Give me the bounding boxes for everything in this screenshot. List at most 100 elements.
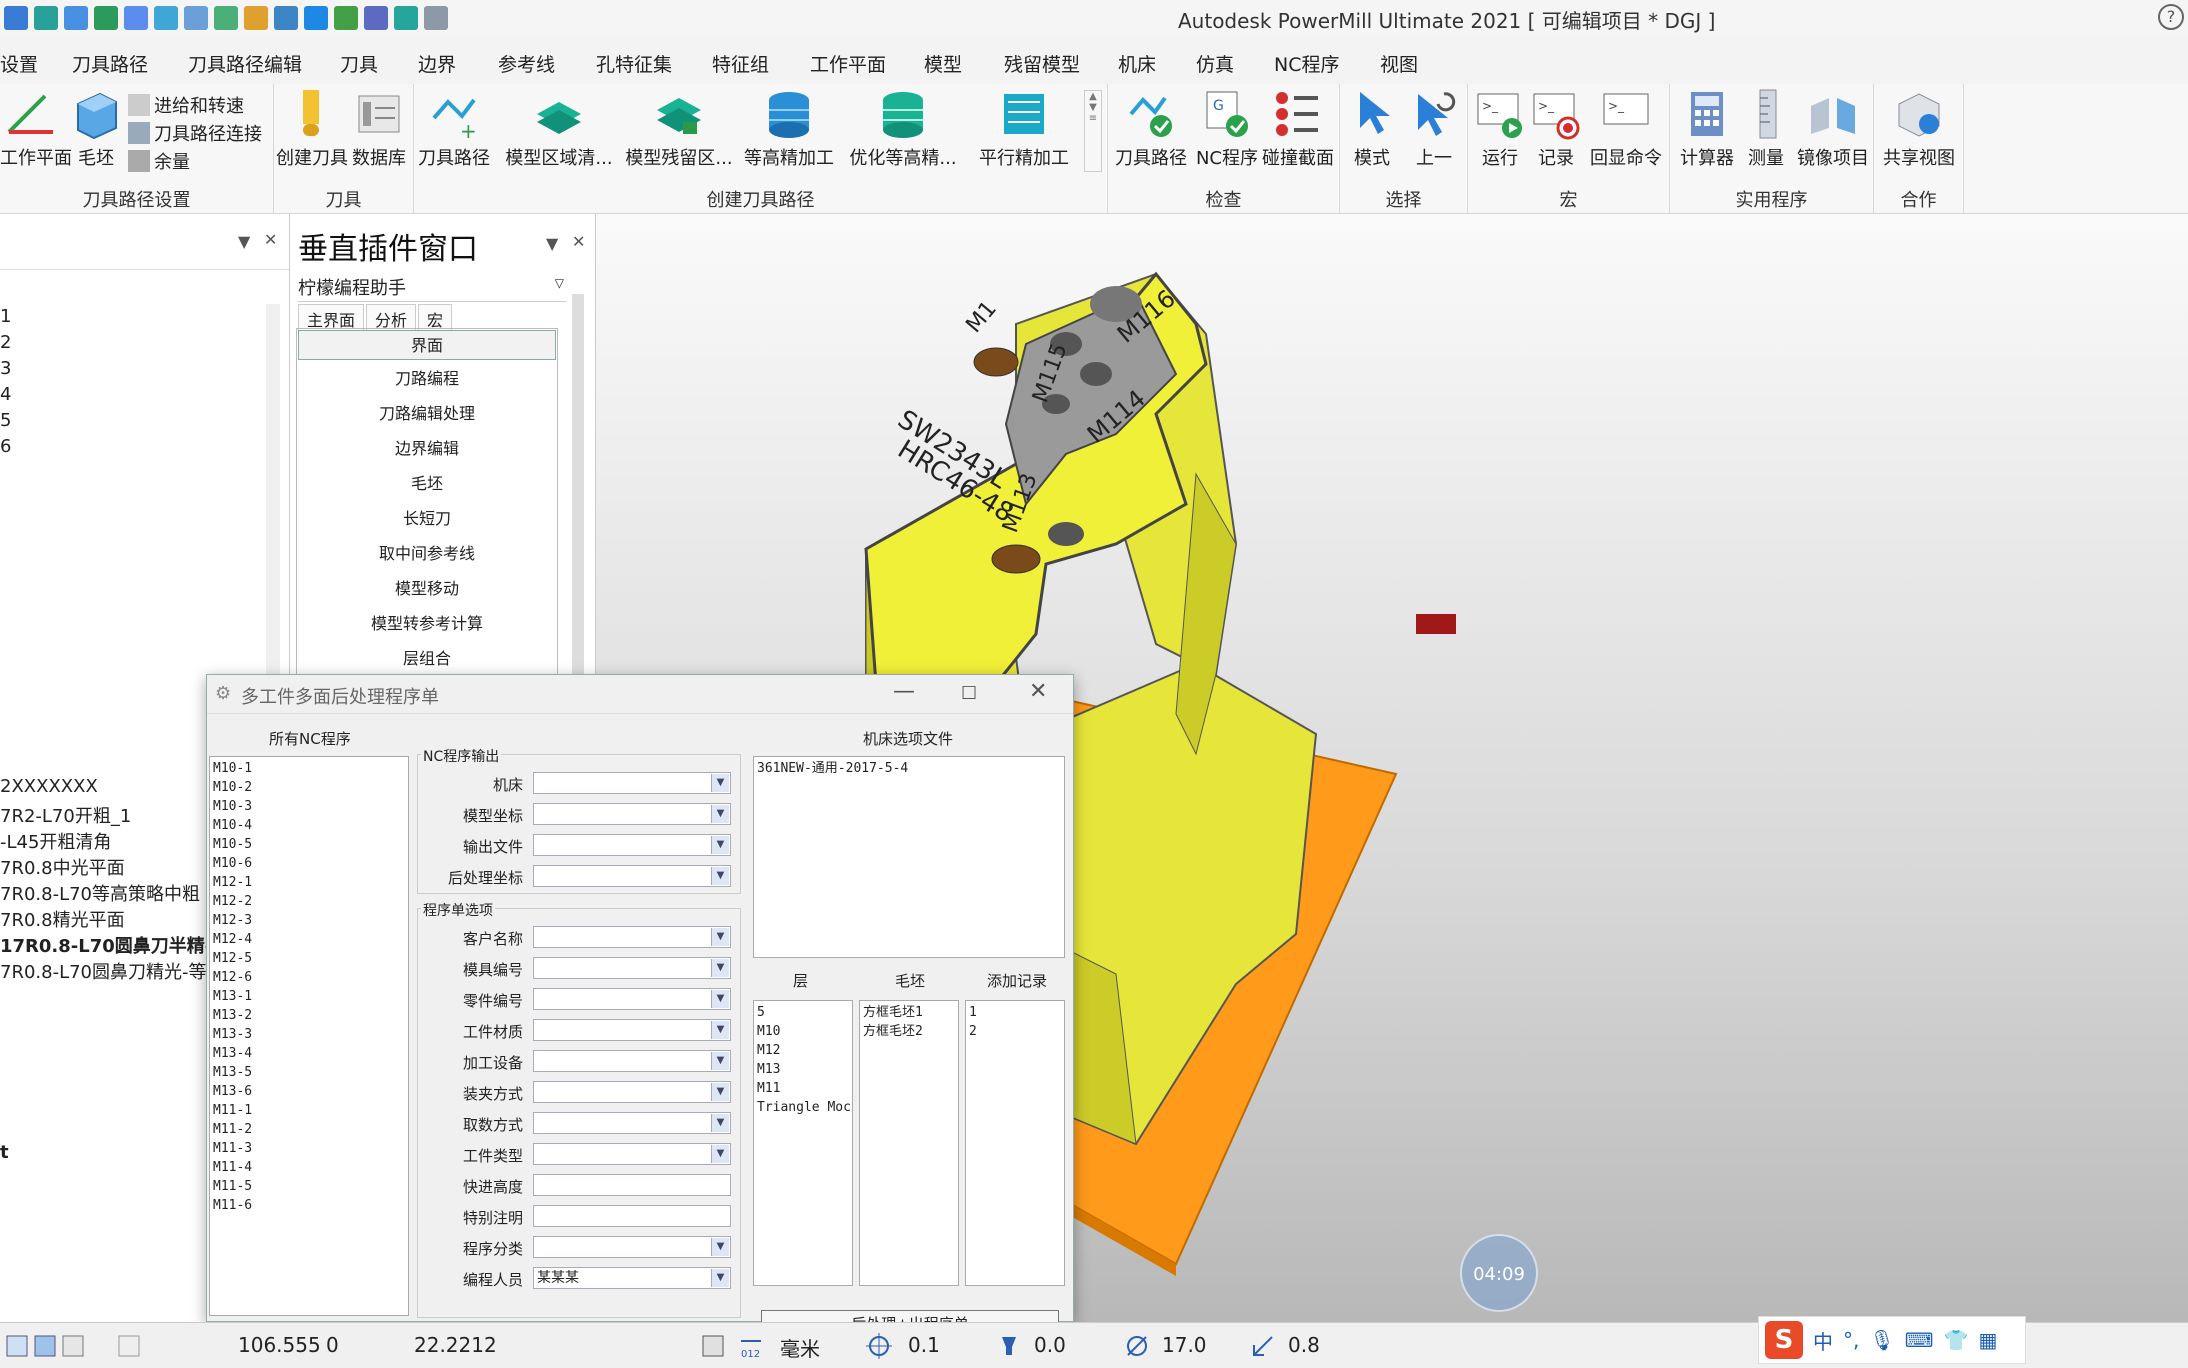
machine-option-list[interactable]: 361NEW-通用-2017-5-4 [753, 756, 1065, 958]
tree-item[interactable]: t [0, 1142, 9, 1163]
tab-setup[interactable]: 设置 [0, 50, 38, 77]
close-button[interactable]: ✕ [1029, 679, 1047, 704]
list-item[interactable]: 1 [969, 1003, 1061, 1022]
list-item[interactable]: 361NEW-通用-2017-5-4 [757, 759, 1061, 778]
tab-boundary[interactable]: 边界 [418, 50, 456, 77]
list-item[interactable]: M12-3 [213, 911, 405, 930]
list-item[interactable]: M10-6 [213, 854, 405, 873]
leads-button[interactable]: 进给和转速 [128, 92, 244, 118]
record-list[interactable]: 12 [965, 1000, 1065, 1286]
rapid-height-input[interactable] [533, 1174, 731, 1196]
tab-tool[interactable]: 刀具 [340, 50, 378, 77]
close-icon[interactable]: ✕ [264, 230, 277, 249]
list-item[interactable]: Triangle Moc [757, 1098, 851, 1117]
list-item[interactable]: M12-4 [213, 930, 405, 949]
dropdown-icon[interactable]: ▼ [546, 234, 558, 253]
list-item[interactable]: 方框毛坯1 [863, 1003, 955, 1022]
list-item[interactable]: M13-3 [213, 1025, 405, 1044]
nc-program-list[interactable]: M10-1 M10-2 M10-3 M10-4 M10-5 M10-6 M12-1 M12-2… [209, 756, 409, 1316]
program-category-select[interactable]: ▼ [533, 1236, 731, 1258]
list-icon[interactable] [304, 6, 328, 30]
list-item[interactable]: M11-1 [213, 1101, 405, 1120]
tab-nc-program[interactable]: NC程序 [1274, 50, 1339, 77]
tree-row-number[interactable]: 2 [0, 332, 11, 353]
list-item[interactable]: 方框毛坯2 [863, 1022, 955, 1041]
clock-icon[interactable] [364, 6, 388, 30]
layer-list[interactable]: 5 M10 M12 M13 M11 Triangle Moc [753, 1000, 853, 1286]
list-item[interactable]: M12-6 [213, 968, 405, 987]
macro-record-button[interactable]: >_ 记录 [1528, 88, 1584, 170]
special-note-input[interactable] [533, 1205, 731, 1227]
tree-item[interactable]: 2XXXXXXX [0, 776, 98, 797]
list-item[interactable]: M13-6 [213, 1082, 405, 1101]
tab-view[interactable]: 视图 [1380, 50, 1418, 77]
tool-icon[interactable] [154, 6, 178, 30]
skin-icon[interactable]: 👕 [1944, 1328, 1969, 1352]
optimized-constant-z-button[interactable]: 优化等高精... [848, 88, 958, 170]
list-item[interactable]: M13-5 [213, 1063, 405, 1082]
units-icon[interactable]: 012 [738, 1333, 764, 1359]
tolerance-value[interactable]: 0.1 [908, 1333, 940, 1357]
post-coord-select[interactable]: ▼ [533, 865, 731, 887]
workplane-button[interactable]: 工作平面 [0, 88, 72, 170]
list-item[interactable]: M12-2 [213, 892, 405, 911]
minimize-button[interactable]: — [893, 679, 915, 704]
allowance-button[interactable]: 余量 [128, 148, 190, 174]
boundary-icon[interactable] [184, 6, 208, 30]
keyboard-icon[interactable]: ⌨ [1905, 1328, 1934, 1352]
plugin-button-long-short-tool[interactable]: 长短刀 [296, 504, 558, 534]
corner-radius-value[interactable]: 0.8 [1288, 1333, 1320, 1357]
list-item[interactable]: 2 [969, 1022, 1061, 1041]
select-mode-button[interactable]: 模式 [1344, 88, 1400, 170]
list-item[interactable]: M10-1 [213, 759, 405, 778]
probing-select[interactable]: ▼ [533, 1112, 731, 1134]
simulate-icon[interactable] [334, 6, 358, 30]
select-previous-button[interactable]: 上一 [1404, 88, 1464, 170]
feature-icon[interactable] [244, 6, 268, 30]
list-item[interactable]: M13-4 [213, 1044, 405, 1063]
toolpath-icon[interactable] [34, 6, 58, 30]
block-button[interactable]: 毛坯 [66, 88, 126, 170]
list-item[interactable]: M10-2 [213, 778, 405, 797]
macro-run-button[interactable]: >_ 运行 [1472, 88, 1528, 170]
links-button[interactable]: 刀具路径连接 [128, 120, 262, 146]
assistant-selector[interactable]: 柠檬编程助手 ▽ [298, 274, 566, 302]
select-filter-icon[interactable] [32, 1333, 58, 1359]
measure-button[interactable]: 测量 [1742, 88, 1790, 170]
tree-item[interactable]: 7R2-L70开粗_1 [0, 802, 131, 828]
tree-item[interactable]: -L45开粗清角 [0, 828, 111, 854]
plugin-button-toolpath-editing[interactable]: 刀路编辑处理 [296, 399, 558, 429]
model-area-clearance-button[interactable]: 模型区域清... [504, 88, 614, 170]
equipment-select[interactable]: ▼ [533, 1050, 731, 1072]
list-item[interactable]: M11-5 [213, 1177, 405, 1196]
help-icon[interactable]: ? [2158, 4, 2184, 30]
tree-item[interactable]: 7R0.8-L70圆鼻刀精光-等高 [0, 958, 225, 984]
tree-row-number[interactable]: 3 [0, 358, 11, 379]
mold-number-select[interactable]: ▼ [533, 957, 731, 979]
ime-language[interactable]: 中 [1813, 1326, 1833, 1355]
machine-select[interactable]: ▼ [533, 772, 731, 794]
model-rest-area-button[interactable]: 模型残留区... [620, 88, 738, 170]
tolerance-icon[interactable] [866, 1333, 892, 1359]
collision-button[interactable]: 碰撞截面 [1260, 88, 1336, 170]
list-item[interactable]: M11-2 [213, 1120, 405, 1139]
tab-toolpath[interactable]: 刀具路径 [72, 50, 148, 77]
tab-stock-model[interactable]: 残留模型 [1004, 50, 1080, 77]
tree-row-number[interactable]: 5 [0, 410, 11, 431]
list-item[interactable]: M13-2 [213, 1006, 405, 1025]
list-item[interactable]: 5 [757, 1003, 849, 1022]
create-tool-button[interactable]: 创建刀具 [276, 88, 348, 170]
list-item[interactable]: M11-3 [213, 1139, 405, 1158]
plugin-button-toolpath-programming[interactable]: 刀路编程 [296, 364, 558, 394]
mirror-item-button[interactable]: 镜像项目 [1794, 88, 1872, 170]
workplane-icon[interactable] [274, 6, 298, 30]
plugin-button-model-move[interactable]: 模型移动 [296, 574, 558, 604]
customer-select[interactable]: ▼ [533, 926, 731, 948]
verify-nc-button[interactable]: G NC程序 [1192, 88, 1262, 170]
dropdown-icon[interactable]: ▼ [238, 232, 250, 251]
toolpath-button[interactable]: + 刀具路径 [416, 88, 492, 170]
constant-z-button[interactable]: 等高精加工 [740, 88, 838, 170]
calculator-button[interactable]: 计算器 [1674, 88, 1740, 170]
thickness-value[interactable]: 0.0 [1034, 1333, 1066, 1357]
plugin-button-layer-combine[interactable]: 层组合 [296, 644, 558, 674]
